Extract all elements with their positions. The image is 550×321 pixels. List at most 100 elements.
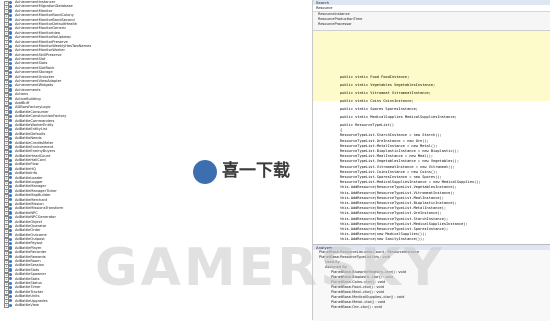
class-icon (9, 57, 13, 61)
class-icon (9, 136, 13, 140)
tree-item-label: AdBattleUpgrades (15, 298, 48, 303)
code-line: ResourceTypeList.MedicalSuppliesInstance… (340, 180, 481, 185)
class-icon (9, 13, 13, 17)
class-icon (9, 97, 13, 101)
tree-item-label: AdBattleEntityList (15, 127, 48, 132)
tree-item-label: AchievementMonitorBandColony (15, 13, 74, 18)
tree-item-label: AdBattleMapBuilder (15, 193, 51, 198)
class-icon (9, 4, 13, 9)
code-line: this.AddResource(ResourceTypeList.OreIns… (340, 211, 442, 216)
class-icon (9, 119, 13, 123)
code-line: this.AddResource(ResourceTypeList.Starch… (340, 216, 449, 221)
code-line: public static Food FoodInstance; (340, 75, 410, 79)
tree-item-label: AdBattleStats (15, 276, 40, 281)
watermark-site-name: 喜一下载 (222, 161, 290, 181)
code-line: { (340, 128, 343, 133)
search-input[interactable]: Resource (313, 5, 550, 12)
code-line: ResourceTypeList.StarchInstance = new St… (340, 133, 442, 138)
code-line: this.AddResource(ResourceTypeList.MealIn… (340, 195, 444, 200)
tree-item-label: AddBuff (15, 100, 30, 105)
tree-item-label: AdBattleObject (15, 219, 43, 224)
tree-item-label: AchievementMonitorGeneric (15, 26, 67, 31)
class-icon (9, 62, 13, 66)
tree-item-label: AdBattleOrder (15, 228, 41, 233)
class-icon (9, 48, 13, 53)
tree-item-label: ActiveBuilding (15, 96, 41, 101)
watermark-logo-icon (193, 160, 217, 184)
class-icon (9, 18, 13, 22)
class-icon (9, 0, 13, 4)
tree-item-label: AdBattleConstructionFactory (15, 114, 67, 119)
tree-item-label: AchievementUnlocker (15, 74, 55, 79)
class-icon (9, 35, 13, 39)
class-icon (9, 211, 13, 215)
class-icon (9, 215, 13, 219)
class-icon (9, 70, 13, 75)
analyzer-row[interactable]: PlanetBase.Ore..ctor() : void (313, 305, 550, 310)
tree-item-label: AdBattleDefaults (15, 131, 46, 136)
class-icon (9, 193, 13, 197)
tree-item-label: ADBarsFactoryLogic (15, 105, 51, 110)
class-icon (9, 180, 13, 184)
tree-item-label: AchievementSlot (15, 57, 46, 62)
class-icon (9, 167, 13, 171)
class-icon (9, 53, 13, 57)
class-icon (9, 84, 13, 88)
class-icon (9, 176, 13, 180)
tree-item-label: AdBattleSlots (15, 267, 40, 272)
class-icon (9, 105, 13, 110)
class-icon (9, 281, 13, 285)
class-icon (9, 114, 13, 118)
tree-item-label: AchievementWidgets (15, 83, 54, 88)
class-icon (9, 26, 13, 31)
tree-item-label: AdBattleUnits (15, 294, 40, 299)
class-icon (9, 290, 13, 294)
tree-item-label: AdBattleOutcome (15, 232, 47, 237)
class-icon (9, 101, 13, 105)
code-line: this.AddResource(ResourceTypeList.Spores… (340, 227, 449, 231)
class-icon (9, 198, 13, 202)
tree-item-label: AdBattleNPC (15, 210, 38, 215)
tree-item-label: AdBattlePayout (15, 241, 43, 246)
class-icon (9, 141, 13, 145)
class-icon (9, 303, 13, 307)
tree-item-label: AchievementSkillPreserve (15, 52, 62, 57)
class-icon (9, 185, 13, 189)
code-line: ResourceTypeList.MetalInstance = new Met… (340, 143, 438, 148)
code-line: this.AddResource(ResourceTypeList.Medica… (340, 221, 468, 226)
class-icon (9, 127, 13, 132)
class-icon (9, 250, 13, 255)
tree-item-label: AchievementSlotRank (15, 65, 55, 70)
code-line: ResourceTypeList.VitromeatInstance = new… (340, 164, 455, 169)
tree-item-label: AdBattleHeadCount (15, 153, 51, 158)
class-icon (9, 189, 13, 193)
code-line: ResourceTypeList.CoinsInstance = new Coi… (340, 169, 438, 174)
class-icon (9, 79, 13, 83)
search-result-item[interactable]: ResourceProcessor (313, 22, 550, 27)
tree-item-label: AdBattleLogger (15, 180, 43, 185)
code-line: this.AddResource(ResourceTypeList.Vitrom… (340, 190, 455, 195)
class-icon (9, 242, 13, 246)
tree-item-label: AdBattleMissionsTransform (15, 206, 64, 211)
tree-item-label: AdBattleNeeds (15, 136, 42, 141)
tree-item-label: AchievementMonitorWorker (15, 48, 65, 53)
tree-item-label: AdBattleMission (15, 201, 44, 206)
tree-item-label: AdBattleTimer (15, 285, 41, 290)
tree-item-label: AchievementStorage (15, 70, 53, 75)
class-icon (9, 237, 13, 241)
class-icon (9, 259, 13, 263)
class-icon (9, 277, 13, 281)
code-line: this.AddResource(ResourceTypeList.MetalI… (340, 206, 447, 211)
tree-item-label: AdBattleCommanders (15, 118, 55, 123)
class-icon (9, 75, 13, 79)
code-line: public ResourceTypeList() (340, 123, 395, 127)
code-editor[interactable]: public static Food FoodInstance; public s… (313, 31, 550, 243)
class-icon (9, 145, 13, 149)
tree-item-label: AchievementMonitorDefaultHealth (15, 21, 78, 26)
code-line: ResourceTypeList.OreInstance = new Ore()… (340, 138, 429, 143)
tree-item[interactable]: + AdBattleView (0, 303, 312, 309)
tree-item-label: AdBattleManagerTicker (15, 188, 57, 193)
tree-item-label: AdBattleRecorder (15, 250, 47, 255)
class-icon (9, 22, 13, 26)
tree-item-label: AdBattleManager (15, 184, 47, 189)
